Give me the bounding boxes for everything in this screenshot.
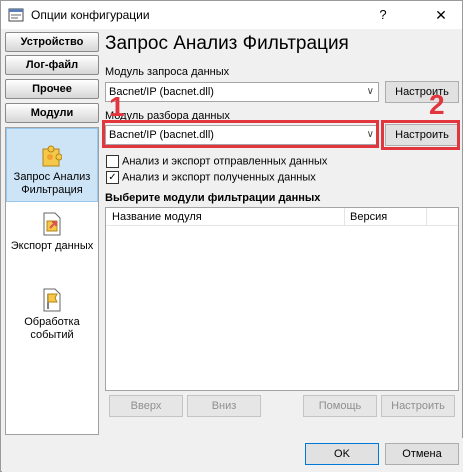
column-module-name[interactable]: Название модуля [112, 211, 202, 223]
configure-filter-button[interactable]: Настроить [381, 395, 455, 417]
filter-section-title: Выберите модули фильтрации данных [105, 192, 321, 204]
nav-item-label: Запрос Анализ Фильтрация [13, 171, 91, 196]
nav-tab-modules[interactable]: Модули [5, 103, 99, 123]
title-bar: Опции конфигурации ? ✕ [1, 1, 462, 29]
nav-item-event-handling[interactable]: Обработка событий [6, 288, 98, 348]
annotation-marker-2: 2 [429, 89, 445, 120]
help-button[interactable]: ? [371, 4, 395, 26]
close-button[interactable]: ✕ [429, 4, 453, 26]
export-icon [43, 212, 61, 236]
check-sent-row[interactable]: Анализ и экспорт отправленных данных [106, 155, 327, 169]
check-received-row[interactable]: ✓ Анализ и экспорт полученных данных [106, 171, 316, 185]
filter-help-button[interactable]: Помощь [303, 395, 377, 417]
query-module-label: Модуль запроса данных [105, 66, 230, 78]
configure-query-button[interactable]: Настроить [385, 81, 459, 103]
nav-item-label: Обработка событий [24, 316, 80, 341]
page-title: Запрос Анализ Фильтрация [105, 33, 349, 54]
list-header: Название модуля Версия [106, 208, 458, 226]
app-icon [8, 8, 24, 22]
flag-icon [43, 288, 61, 312]
check-sent-label: Анализ и экспорт отправленных данных [122, 155, 328, 168]
column-separator [426, 208, 427, 226]
move-down-button[interactable]: Вниз [187, 395, 261, 417]
main-content: Запрос Анализ Фильтрация Модуль запроса … [103, 29, 463, 439]
query-module-value: Bacnet/IP (bacnet.dll) [109, 86, 214, 98]
check-received-checkbox[interactable]: ✓ [106, 171, 119, 184]
config-options-window: Опции конфигурации ? ✕ Устройство Лог-фа… [0, 0, 463, 472]
nav-tab-other[interactable]: Прочее [5, 79, 99, 99]
move-up-button[interactable]: Вверх [109, 395, 183, 417]
nav-item-export-data[interactable]: Экспорт данных [6, 212, 98, 272]
column-separator [344, 208, 345, 226]
nav-tab-device[interactable]: Устройство [5, 32, 99, 52]
nav-item-query-analysis-filter[interactable]: Запрос Анализ Фильтрация [6, 128, 98, 202]
annotation-box-parse-module [102, 120, 379, 148]
nav-item-label: Экспорт данных [10, 240, 94, 252]
column-version[interactable]: Версия [350, 211, 387, 223]
filter-modules-list[interactable]: Название модуля Версия [105, 207, 459, 391]
cancel-button[interactable]: Отмена [385, 443, 459, 465]
dialog-footer: OK Отмена [2, 438, 463, 472]
ok-button[interactable]: OK [305, 443, 379, 465]
modules-nav-panel: Запрос Анализ Фильтрация Экспорт данных … [5, 127, 99, 435]
check-received-label: Анализ и экспорт полученных данных [122, 171, 316, 184]
annotation-box-configure [381, 120, 460, 150]
check-sent-checkbox[interactable] [106, 155, 119, 168]
nav-tab-log-file[interactable]: Лог-файл [5, 55, 99, 75]
chevron-down-icon: ∨ [366, 86, 374, 97]
query-module-select[interactable]: Bacnet/IP (bacnet.dll) ∨ [105, 82, 379, 102]
window-title: Опции конфигурации [31, 8, 150, 22]
puzzle-icon [42, 145, 62, 167]
annotation-marker-1: 1 [109, 91, 125, 122]
